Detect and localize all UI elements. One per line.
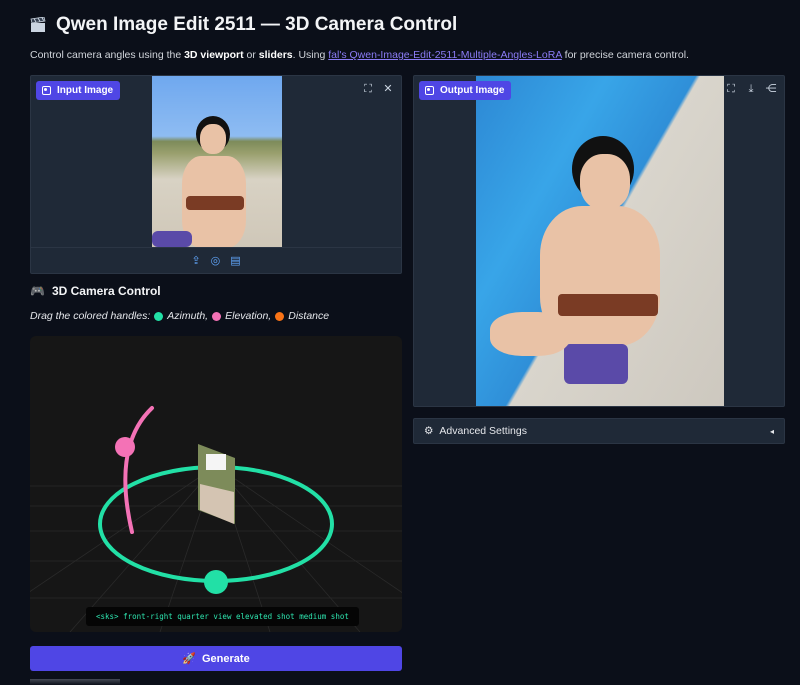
camera-control-title: 🎮 3D Camera Control [30, 284, 161, 298]
elevation-dot-icon [212, 311, 222, 321]
image-icon [42, 86, 51, 95]
3d-viewport[interactable]: <sks> front-right quarter view elevated … [30, 336, 402, 632]
caret-left-icon: ◂ [769, 426, 774, 436]
input-image-badge: Input Image [36, 81, 121, 100]
share-icon[interactable]: ⋲ [764, 82, 778, 96]
output-image-badge: Output Image [419, 81, 512, 100]
page-title: Qwen Image Edit 2511 — 3D Camera Control [56, 14, 458, 35]
clapper-board-icon [30, 17, 46, 32]
camera-prompt-label: <sks> front-right quarter view elevated … [86, 607, 359, 626]
gear-icon: ⚙ [424, 425, 434, 437]
webcam-icon[interactable]: ◎ [211, 254, 221, 267]
upload-icon[interactable]: ⇪ [191, 254, 200, 267]
page-title-row: Qwen Image Edit 2511 — 3D Camera Control [30, 14, 457, 36]
image-icon [425, 86, 434, 95]
elevation-handle[interactable] [115, 437, 135, 457]
page-subtitle: Control camera angles using the 3D viewp… [30, 49, 689, 61]
elevation-arc[interactable] [123, 406, 154, 534]
input-image [152, 76, 282, 248]
input-image-panel[interactable]: Input Image ⛶ ✕ ⇪ ◎ ▤ [30, 75, 402, 274]
lora-link[interactable]: fal's Qwen-Image-Edit-2511-Multiple-Angl… [328, 49, 562, 61]
generate-button[interactable]: 🚀 Generate [30, 646, 402, 671]
gamepad-icon: 🎮 [30, 284, 45, 298]
input-toolbar: ⇪ ◎ ▤ [31, 247, 401, 273]
close-icon[interactable]: ✕ [381, 82, 395, 96]
output-image-panel: Output Image ⛶ ⤓ ⋲ [413, 75, 785, 407]
distance-dot-icon [275, 311, 285, 321]
azimuth-handle[interactable] [204, 570, 228, 594]
fullscreen-icon[interactable]: ⛶ [361, 82, 375, 96]
rocket-icon: 🚀 [182, 653, 196, 665]
output-image [476, 76, 724, 406]
cut-off-heading [30, 679, 120, 685]
camera-control-hint: Drag the colored handles: Azimuth, Eleva… [30, 310, 330, 322]
fullscreen-icon[interactable]: ⛶ [724, 82, 738, 96]
advanced-settings-accordion[interactable]: ⚙ Advanced Settings ◂ [413, 418, 785, 444]
clipboard-icon[interactable]: ▤ [230, 254, 240, 267]
viewport-canvas[interactable] [30, 336, 402, 632]
azimuth-dot-icon [154, 311, 164, 321]
download-icon[interactable]: ⤓ [744, 82, 758, 96]
